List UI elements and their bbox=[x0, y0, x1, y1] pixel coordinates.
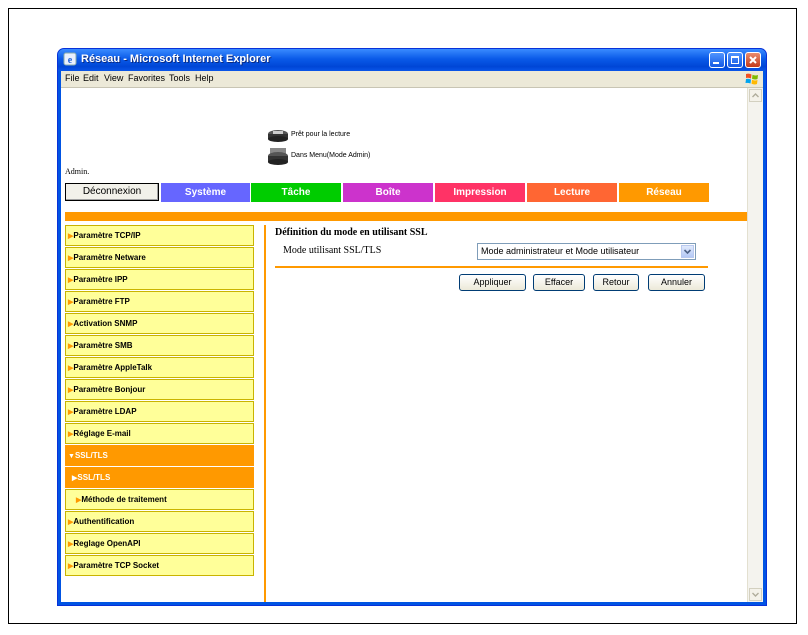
scroll-down-button[interactable] bbox=[749, 588, 762, 601]
svg-text:e: e bbox=[68, 55, 73, 66]
sidebar: ▶Paramètre TCP/IP ▶Paramètre Netware ▶Para… bbox=[65, 225, 254, 577]
sidebar-item-label: Paramètre FTP bbox=[73, 297, 130, 306]
sidebar-item-label: Activation SNMP bbox=[73, 319, 138, 328]
printer-admin-icon bbox=[268, 148, 288, 165]
tab-2[interactable]: Boîte bbox=[343, 183, 433, 202]
sidebar-item[interactable]: ▶Paramètre TCP/IP bbox=[65, 225, 254, 246]
section-title: Définition du mode en utilisant SSL bbox=[275, 227, 428, 238]
page-content: Prêt pour la lecture Dans Menu(Mode Admi… bbox=[61, 88, 748, 602]
tab-3[interactable]: Impression bbox=[435, 183, 525, 202]
apply-button[interactable]: Appliquer bbox=[459, 274, 526, 291]
orange-separator bbox=[65, 212, 748, 221]
sidebar-item[interactable]: ▶Paramètre Netware bbox=[65, 247, 254, 268]
ssl-mode-label: Mode utilisant SSL/TLS bbox=[283, 245, 382, 256]
sidebar-item[interactable]: ▶Paramètre TCP Socket bbox=[65, 555, 254, 576]
tab-1[interactable]: Tâche bbox=[251, 183, 341, 202]
sidebar-item-label: Paramètre Netware bbox=[73, 253, 146, 262]
back-button[interactable]: Retour bbox=[593, 274, 639, 291]
clear-button[interactable]: Effacer bbox=[533, 274, 585, 291]
sidebar-item-label: Paramètre AppleTalk bbox=[73, 363, 153, 372]
sidebar-item[interactable]: ▶Paramètre SMB bbox=[65, 335, 254, 356]
logout-button[interactable]: Déconnexion bbox=[65, 183, 159, 201]
sidebar-item[interactable]: ▶Paramètre AppleTalk bbox=[65, 357, 254, 378]
menu-help[interactable]: Help bbox=[195, 73, 214, 83]
printer-icon bbox=[268, 130, 288, 142]
sidebar-item-label: Méthode de traitement bbox=[81, 495, 167, 504]
cancel-button[interactable]: Annuler bbox=[648, 274, 705, 291]
chevron-down-icon[interactable] bbox=[681, 245, 694, 258]
vertical-divider bbox=[264, 225, 266, 602]
ssl-mode-select[interactable]: Mode administrateur et Mode utilisateur bbox=[477, 243, 696, 260]
status-mode: Dans Menu(Mode Admin) bbox=[291, 152, 371, 159]
form-separator bbox=[275, 266, 708, 268]
status-ready: Prêt pour la lecture bbox=[291, 131, 351, 138]
sidebar-item-label: SSL/TLS bbox=[74, 451, 108, 460]
sidebar-item-label: Paramètre LDAP bbox=[73, 407, 137, 416]
chevron-down-icon bbox=[752, 592, 759, 597]
tab-0[interactable]: Système bbox=[161, 183, 250, 202]
sidebar-item[interactable]: ▶Méthode de traitement bbox=[65, 489, 254, 510]
menu-view[interactable]: View bbox=[104, 73, 123, 83]
scroll-up-button[interactable] bbox=[749, 89, 762, 102]
menu-tools[interactable]: Tools bbox=[169, 73, 190, 83]
close-icon bbox=[749, 56, 757, 64]
sidebar-item-label: Reglage OpenAPI bbox=[73, 539, 141, 548]
sidebar-item[interactable]: ▶Paramètre Bonjour bbox=[65, 379, 254, 400]
menu-file[interactable]: File bbox=[65, 73, 80, 83]
sidebar-item-label: Paramètre Bonjour bbox=[73, 385, 146, 394]
tab-5[interactable]: Réseau bbox=[619, 183, 709, 202]
sidebar-item[interactable]: ▶Paramètre IPP bbox=[65, 269, 254, 290]
sidebar-item-label: Paramètre IPP bbox=[73, 275, 128, 284]
browser-window: e Réseau - Microsoft Internet Explorer F… bbox=[57, 48, 767, 606]
minimize-button[interactable] bbox=[709, 52, 725, 68]
sidebar-item[interactable]: ▶Authentification bbox=[65, 511, 254, 532]
menu-favorites[interactable]: Favorites bbox=[128, 73, 165, 83]
sidebar-item-label: Réglage E-mail bbox=[73, 429, 131, 438]
sidebar-item[interactable]: ▶Activation SNMP bbox=[65, 313, 254, 334]
sidebar-item-label: Paramètre TCP/IP bbox=[73, 231, 141, 240]
sidebar-item-label: Paramètre SMB bbox=[73, 341, 133, 350]
sidebar-item[interactable]: ▼SSL/TLS bbox=[65, 445, 254, 466]
chevron-up-icon bbox=[752, 93, 759, 98]
ie-icon: e bbox=[63, 52, 77, 66]
triangle-down-icon: ▼ bbox=[68, 453, 75, 460]
sidebar-item-label: Paramètre TCP Socket bbox=[73, 561, 160, 570]
sidebar-item[interactable]: ▶Reglage OpenAPI bbox=[65, 533, 254, 554]
menu-bar: File Edit View Favorites Tools Help bbox=[61, 71, 763, 88]
admin-label: Admin. bbox=[65, 167, 90, 176]
window-client: File Edit View Favorites Tools Help Prêt… bbox=[61, 71, 763, 602]
vertical-scrollbar[interactable] bbox=[747, 88, 763, 602]
ssl-mode-value: Mode administrateur et Mode utilisateur bbox=[481, 246, 640, 256]
sidebar-item[interactable]: ▶SSL/TLS bbox=[65, 467, 254, 488]
title-bar[interactable]: e Réseau - Microsoft Internet Explorer bbox=[58, 49, 766, 71]
windows-logo-icon bbox=[745, 73, 758, 85]
sidebar-item-label: Authentification bbox=[73, 517, 135, 526]
sidebar-item-label: SSL/TLS bbox=[77, 473, 111, 482]
window-title: Réseau - Microsoft Internet Explorer bbox=[81, 53, 271, 65]
sidebar-item[interactable]: ▶Réglage E-mail bbox=[65, 423, 254, 444]
tab-4[interactable]: Lecture bbox=[527, 183, 617, 202]
close-button[interactable] bbox=[745, 52, 761, 68]
menu-edit[interactable]: Edit bbox=[83, 73, 99, 83]
sidebar-item[interactable]: ▶Paramètre LDAP bbox=[65, 401, 254, 422]
maximize-button[interactable] bbox=[727, 52, 743, 68]
sidebar-item[interactable]: ▶Paramètre FTP bbox=[65, 291, 254, 312]
